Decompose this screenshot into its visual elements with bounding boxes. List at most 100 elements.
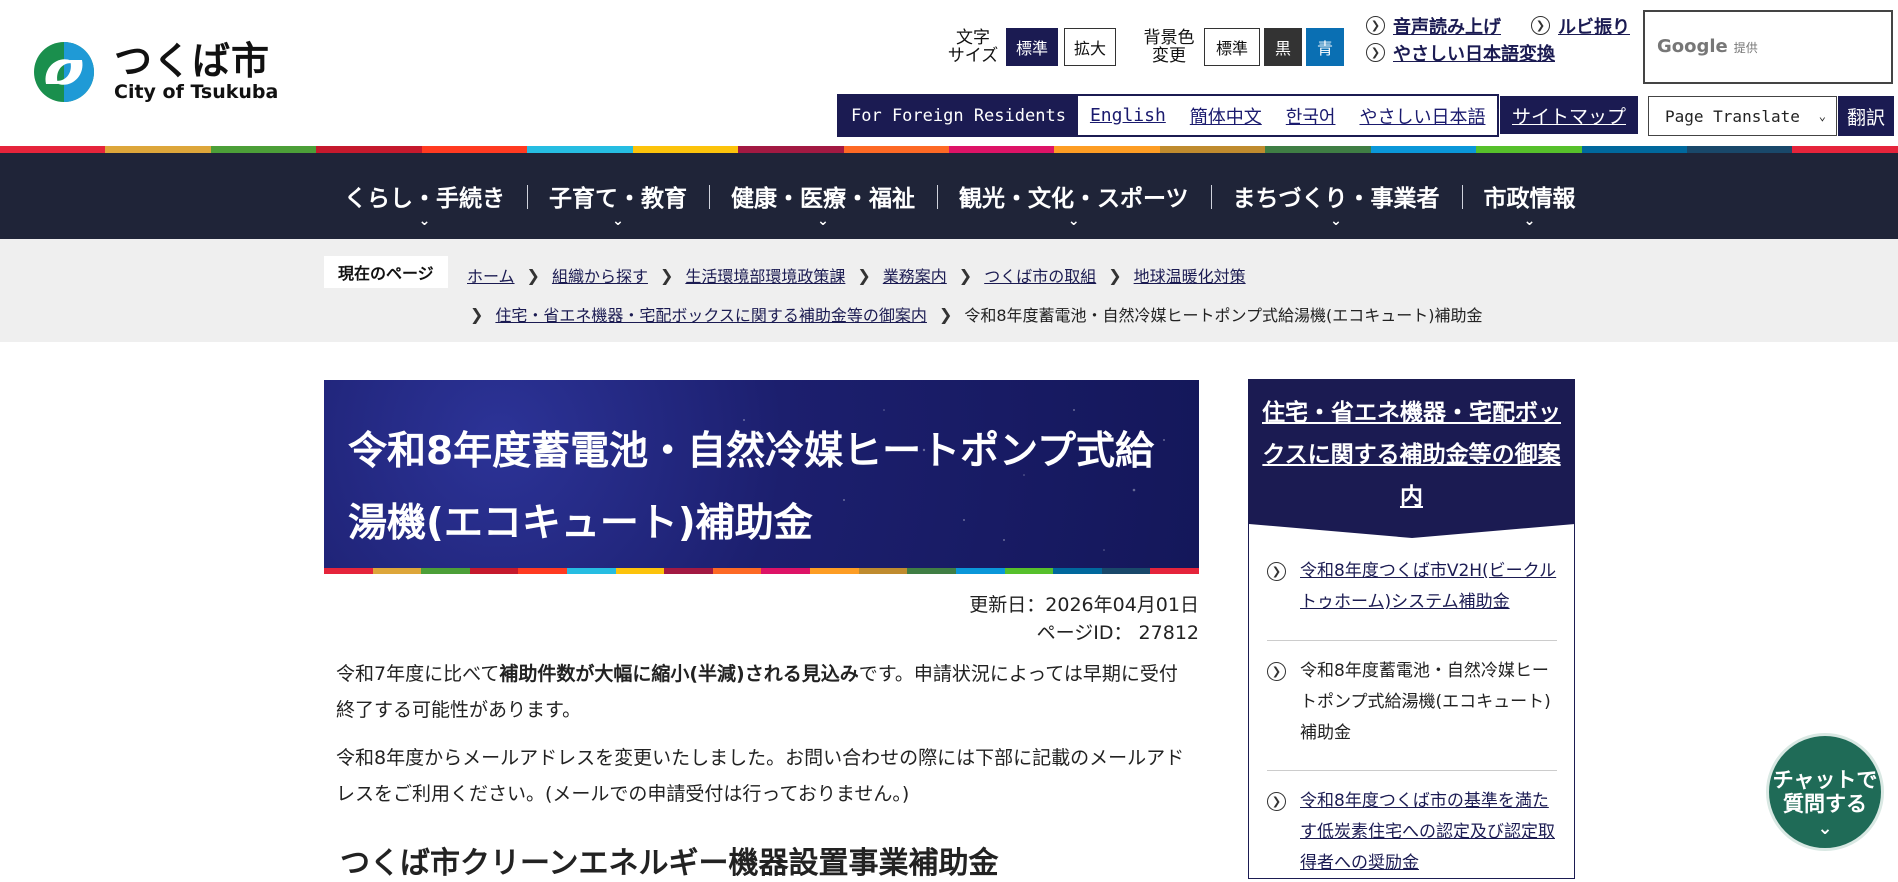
sidebar-item-label[interactable]: 令和8年度つくば市の基準を満たす低炭素住宅への認定及び認定取得者への奨励金 bbox=[1300, 786, 1557, 879]
chevron-down-icon: ⌄ bbox=[418, 213, 431, 229]
stripe-segment bbox=[469, 568, 519, 574]
page-translate-value: Page Translate bbox=[1665, 106, 1800, 126]
stripe-segment bbox=[1159, 146, 1266, 153]
bg-blue-button[interactable]: 青 bbox=[1306, 28, 1344, 66]
page-id: ページID： 27812 bbox=[1036, 622, 1199, 644]
stripe-segment bbox=[316, 146, 422, 153]
stripe-segment bbox=[421, 568, 470, 574]
site-logo[interactable]: つくば市 City of Tsukuba bbox=[24, 40, 278, 104]
page-title-banner: 令和8年度蓄電池・自然冷媒ヒートポンプ式給湯機(エコキュート)補助金 bbox=[324, 380, 1199, 574]
breadcrumb-department[interactable]: 生活環境部環境政策課 bbox=[685, 263, 845, 287]
logo-english: City of Tsukuba bbox=[114, 81, 279, 103]
sidebar-item-label[interactable]: 令和8年度つくば市V2H(ビークルトゥホーム)システム補助金 bbox=[1300, 556, 1557, 618]
chevron-right-icon: ❯ bbox=[938, 304, 953, 324]
tsukuba-logo-icon bbox=[24, 40, 104, 104]
nav-item-tourism[interactable]: 観光・文化・スポーツ ⌄ bbox=[937, 153, 1211, 239]
nav-item-living[interactable]: くらし・手続き ⌄ bbox=[322, 153, 527, 239]
stripe-segment bbox=[567, 568, 616, 574]
site-header: つくば市 City of Tsukuba 文字 サイズ 標準 拡大 背景色 変更… bbox=[0, 0, 1898, 146]
bg-black-button[interactable]: 黒 bbox=[1264, 28, 1302, 66]
utility-links: ❯ 音声読み上げ ❯ ルビ振り ❯ やさしい日本語変換 bbox=[1366, 12, 1630, 66]
stripe-segment bbox=[421, 146, 528, 153]
font-size-label: 文字 サイズ bbox=[947, 28, 999, 66]
sidebar-item-current: ❯ 令和8年度蓄電池・自然冷媒ヒートポンプ式給湯機(エコキュート)補助金 bbox=[1267, 656, 1557, 749]
chevron-right-icon: ❯ bbox=[526, 265, 540, 285]
stripe-segment bbox=[1004, 568, 1054, 574]
breadcrumb-subsidies[interactable]: 住宅・省エネ機器・宅配ボックスに関する補助金等の御案内 bbox=[495, 302, 927, 326]
page-translate-select[interactable]: Page Translate ⌄ bbox=[1648, 96, 1837, 136]
chevron-right-icon: ❯ bbox=[1531, 16, 1550, 35]
chevron-right-icon: ❯ bbox=[1267, 792, 1286, 811]
chevron-right-icon: ❯ bbox=[470, 304, 484, 324]
stripe-segment bbox=[955, 568, 1005, 574]
easy-japanese-link[interactable]: やさしい日本語変換 bbox=[1393, 40, 1555, 66]
bg-color-switcher: 背景色 変更 標準 黒 青 bbox=[1138, 28, 1344, 66]
stripe-segment bbox=[1265, 146, 1371, 153]
email-change-paragraph: 令和8年度からメールアドレスを変更いたしました。お問い合わせの際には下部に記載の… bbox=[336, 747, 1185, 805]
chevron-down-icon: ⌄ bbox=[1818, 109, 1826, 123]
breadcrumb-initiatives[interactable]: つくば市の取組 bbox=[984, 263, 1096, 287]
translate-button[interactable]: 翻訳 bbox=[1838, 96, 1894, 136]
breadcrumb-services[interactable]: 業務案内 bbox=[883, 263, 947, 287]
nav-item-health[interactable]: 健康・医療・福祉 ⌄ bbox=[709, 153, 937, 239]
stripe-segment bbox=[738, 146, 844, 153]
chevron-down-icon: ⌄ bbox=[612, 213, 624, 229]
breadcrumb-home[interactable]: ホーム bbox=[467, 263, 515, 287]
sdgs-color-stripe bbox=[0, 146, 1898, 153]
ruby-link[interactable]: ルビ振り bbox=[1558, 13, 1630, 39]
chevron-right-icon: ❯ bbox=[1366, 16, 1385, 35]
stripe-segment bbox=[324, 568, 373, 574]
foreign-residents-bar: For Foreign Residents English 簡体中文 한국어 や… bbox=[837, 94, 1500, 137]
chevron-down-icon: ⌄ bbox=[817, 213, 829, 229]
stripe-segment bbox=[664, 568, 713, 574]
chevron-right-icon: ❯ bbox=[1108, 265, 1122, 285]
sidebar-item-low-carbon[interactable]: ❯ 令和8年度つくば市の基準を満たす低炭素住宅への認定及び認定取得者への奨励金 bbox=[1267, 786, 1557, 879]
stripe-segment bbox=[1792, 146, 1898, 153]
stripe-segment bbox=[1053, 568, 1102, 574]
font-size-large-button[interactable]: 拡大 bbox=[1064, 28, 1116, 66]
google-search-box[interactable]: Google 提供 bbox=[1643, 10, 1893, 84]
chat-button[interactable]: チャットで 質問する ⌄ bbox=[1766, 733, 1884, 851]
notice-emphasis: 補助件数が大幅に縮小(半減)される見込み bbox=[499, 663, 859, 685]
sidebar-heading[interactable]: 住宅・省エネ機器・宅配ボックスに関する補助金等の御案内 bbox=[1249, 380, 1575, 538]
stripe-segment bbox=[210, 146, 317, 153]
stripe-segment bbox=[948, 146, 1055, 153]
current-page-label: 現在のページ bbox=[324, 256, 448, 288]
read-aloud-link[interactable]: 音声読み上げ bbox=[1393, 13, 1501, 39]
nav-item-government[interactable]: 市政情報 ⌄ bbox=[1461, 153, 1598, 239]
page-title: 令和8年度蓄電池・自然冷媒ヒートポンプ式給湯機(エコキュート)補助金 bbox=[348, 429, 1154, 546]
section-heading: つくば市クリーンエネルギー機器設置事業補助金 bbox=[340, 846, 999, 881]
breadcrumb: 現在のページ ホーム ❯ 組織から探す ❯ 生活環境部環境政策課 ❯ 業務案内 … bbox=[0, 239, 1898, 342]
nav-item-childcare[interactable]: 子育て・教育 ⌄ bbox=[527, 153, 709, 239]
chevron-right-icon: ❯ bbox=[1267, 562, 1286, 581]
stripe-segment bbox=[518, 568, 568, 574]
font-size-switcher: 文字 サイズ 標準 拡大 bbox=[944, 28, 1116, 66]
stripe-segment bbox=[1150, 568, 1199, 574]
chevron-down-icon: ⌄ bbox=[1523, 213, 1536, 229]
chevron-right-icon: ❯ bbox=[659, 265, 674, 285]
chevron-down-icon: ⌄ bbox=[1067, 213, 1080, 229]
lang-chinese-link[interactable]: 簡体中文 bbox=[1178, 96, 1274, 135]
breadcrumb-warming[interactable]: 地球温暖化対策 bbox=[1134, 263, 1246, 287]
sitemap-button[interactable]: サイトマップ bbox=[1500, 96, 1639, 134]
global-nav: くらし・手続き ⌄ 子育て・教育 ⌄ 健康・医療・福祉 ⌄ 観光・文化・スポーツ ⌄ ま… bbox=[0, 153, 1898, 239]
lang-korean-link[interactable]: 한국어 bbox=[1274, 96, 1348, 135]
breadcrumb-organization[interactable]: 組織から探す bbox=[552, 263, 648, 287]
lang-english-link[interactable]: English bbox=[1078, 96, 1178, 135]
stripe-segment bbox=[372, 568, 422, 574]
chevron-down-icon: ⌄ bbox=[1330, 213, 1342, 229]
foreign-residents-label: For Foreign Residents bbox=[839, 96, 1078, 135]
page-meta: 更新日：2026年04月01日 ページID： 27812 bbox=[900, 591, 1199, 647]
chat-label-line1: チャットで bbox=[1772, 768, 1878, 792]
font-size-standard-button[interactable]: 標準 bbox=[1006, 28, 1058, 66]
bg-standard-button[interactable]: 標準 bbox=[1204, 28, 1260, 66]
chat-label-line2: 質問する bbox=[1783, 792, 1867, 816]
nav-item-business[interactable]: まちづくり・事業者 ⌄ bbox=[1210, 153, 1462, 239]
lang-easy-japanese-link[interactable]: やさしい日本語 bbox=[1347, 96, 1497, 135]
chevron-right-icon: ❯ bbox=[857, 265, 871, 285]
notice-paragraph: 令和7年度に比べて補助件数が大幅に縮小(半減)される見込みです。申請状況によって… bbox=[336, 663, 1178, 721]
stripe-segment bbox=[527, 146, 633, 153]
updated-date: 更新日：2026年04月01日 bbox=[969, 594, 1199, 616]
sidebar-item-v2h[interactable]: ❯ 令和8年度つくば市V2H(ビークルトゥホーム)システム補助金 bbox=[1267, 556, 1557, 618]
bg-color-label: 背景色 変更 bbox=[1143, 28, 1195, 66]
